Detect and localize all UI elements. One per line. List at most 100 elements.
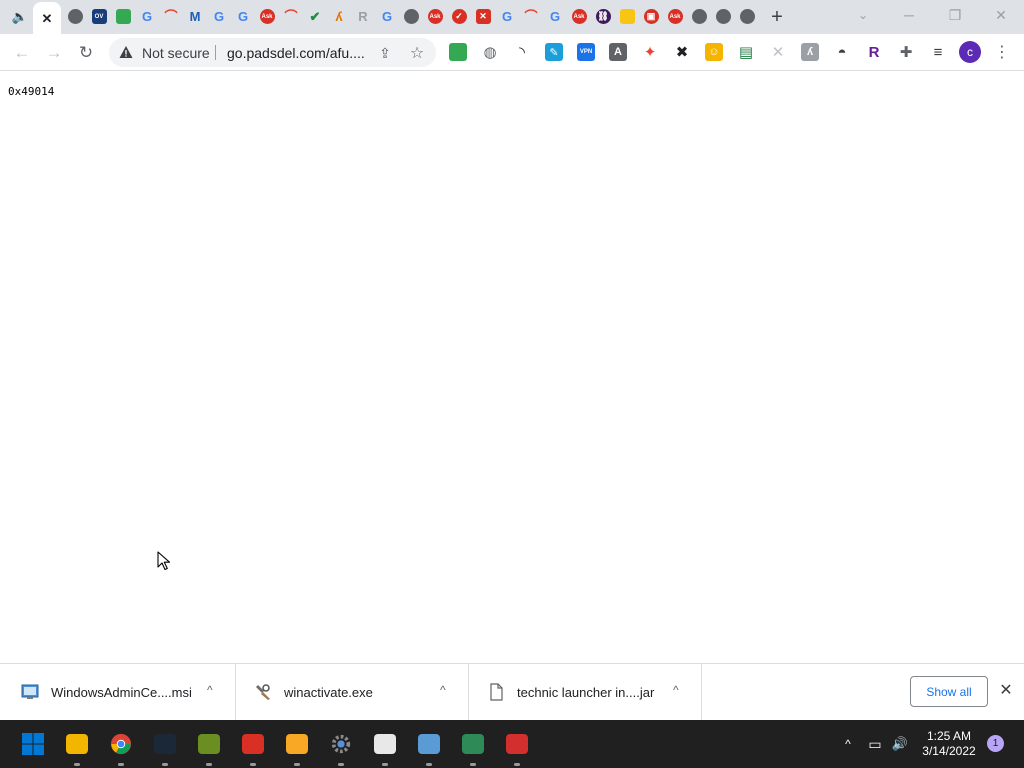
runner-ext-icon[interactable]: ʎ bbox=[801, 43, 819, 61]
edit-ext-icon[interactable]: ✎ bbox=[545, 43, 563, 61]
tab-close-icon[interactable]: ✕ bbox=[40, 11, 55, 26]
minecraft-icon[interactable] bbox=[195, 730, 223, 758]
tab[interactable]: Ask bbox=[255, 3, 279, 30]
tab[interactable]: ✕ bbox=[471, 3, 495, 30]
tab[interactable] bbox=[399, 3, 423, 30]
steam-icon[interactable] bbox=[151, 730, 179, 758]
restore-button[interactable]: ❐ bbox=[932, 0, 978, 30]
tab[interactable]: G bbox=[207, 3, 231, 30]
tab-strip: 🔈 ✕ OV G ⌒ M G G Ask ⌒ ✔ ʎ R G Ask ✓ ✕ G ⌒ G Ask ⛓ ▣ Ask + ⌄ ─ … bbox=[0, 0, 1024, 34]
rss-ext-icon[interactable]: ◝ bbox=[513, 43, 531, 61]
download-options-chevron-icon[interactable]: ^ bbox=[207, 683, 213, 697]
vpn-shield-icon[interactable] bbox=[239, 730, 267, 758]
tab[interactable]: ✔ bbox=[303, 3, 327, 30]
tab[interactable]: OV bbox=[87, 3, 111, 30]
back-button[interactable]: ← bbox=[9, 40, 35, 66]
download-item[interactable]: winactivate.exe ^ bbox=[236, 664, 469, 721]
tab-search-button[interactable]: ⌄ bbox=[840, 0, 886, 30]
share-icon[interactable]: ⇪ bbox=[376, 44, 394, 62]
download-filename: technic launcher in....jar bbox=[517, 685, 655, 700]
emoji-ext-icon[interactable]: ☺ bbox=[705, 43, 723, 61]
tab[interactable]: G bbox=[135, 3, 159, 30]
download-item[interactable]: WindowsAdminCe....msi ^ bbox=[3, 664, 236, 721]
download-item[interactable]: technic launcher in....jar ^ bbox=[469, 664, 702, 721]
tab[interactable]: ⌒ bbox=[159, 3, 183, 30]
tab[interactable]: ⌒ bbox=[519, 3, 543, 30]
url-text[interactable]: go.padsdel.com/afu.... bbox=[227, 45, 365, 61]
tab[interactable]: ▣ bbox=[639, 3, 663, 30]
address-bar[interactable]: Not secure go.padsdel.com/afu.... ⇪ ☆ bbox=[109, 38, 436, 67]
forward-button[interactable]: → bbox=[41, 40, 67, 66]
chrome-icon[interactable] bbox=[107, 730, 135, 758]
profile-avatar[interactable]: c bbox=[959, 41, 981, 63]
tab[interactable]: G bbox=[375, 3, 399, 30]
car-game-icon[interactable] bbox=[503, 730, 531, 758]
file-explorer-icon[interactable] bbox=[63, 730, 91, 758]
running-indicator bbox=[250, 763, 256, 766]
tray-overflow-chevron-icon[interactable]: ^ bbox=[838, 734, 858, 754]
google-favicon-icon: G bbox=[549, 9, 561, 24]
settings-gear-icon[interactable] bbox=[327, 730, 355, 758]
new-tab-button[interactable]: + bbox=[764, 5, 790, 29]
running-indicator bbox=[118, 763, 124, 766]
show-all-downloads-button[interactable]: Show all bbox=[910, 676, 988, 707]
tab[interactable] bbox=[63, 3, 87, 30]
files-app-icon[interactable] bbox=[371, 730, 399, 758]
r-ext-icon[interactable]: R bbox=[865, 43, 883, 61]
tab[interactable]: 🔈 bbox=[8, 3, 32, 30]
volume-icon[interactable]: 🔊 bbox=[890, 734, 910, 754]
bookmark-star-icon[interactable]: ☆ bbox=[408, 44, 426, 62]
tab[interactable]: G bbox=[543, 3, 567, 30]
tools-ext-icon[interactable]: ✖ bbox=[673, 43, 691, 61]
system-clock[interactable]: 1:25 AM 3/14/2022 bbox=[914, 729, 984, 759]
network-icon[interactable]: ▭ bbox=[865, 734, 885, 754]
tab[interactable]: M bbox=[183, 3, 207, 30]
font-ext-icon[interactable]: A bbox=[609, 43, 627, 61]
notepad-app-icon[interactable] bbox=[459, 730, 487, 758]
tab[interactable]: G bbox=[495, 3, 519, 30]
norton-shield-icon[interactable] bbox=[283, 730, 311, 758]
tab[interactable] bbox=[111, 3, 135, 30]
color-picker-ext-icon[interactable]: ✦ bbox=[641, 43, 659, 61]
tab[interactable]: ⌒ bbox=[279, 3, 303, 30]
photos-app-icon[interactable] bbox=[415, 730, 443, 758]
start-button-icon[interactable] bbox=[19, 730, 47, 758]
running-indicator bbox=[514, 763, 520, 766]
reload-button[interactable]: ↻ bbox=[73, 40, 99, 66]
tab[interactable]: G bbox=[231, 3, 255, 30]
close-window-button[interactable]: ✕ bbox=[978, 0, 1024, 30]
puzzle-ext-icon[interactable]: ✚ bbox=[897, 43, 915, 61]
green-ext-icon[interactable] bbox=[449, 43, 467, 61]
security-status-label[interactable]: Not secure bbox=[142, 45, 210, 61]
terminal-ext-icon[interactable]: ▤ bbox=[737, 43, 755, 61]
tab[interactable]: Ask bbox=[663, 3, 687, 30]
tab[interactable] bbox=[615, 3, 639, 30]
download-options-chevron-icon[interactable]: ^ bbox=[440, 683, 446, 697]
close-download-shelf-button[interactable]: ✕ bbox=[996, 680, 1016, 700]
hat-ext-icon[interactable]: ◓ bbox=[833, 43, 851, 61]
notification-badge[interactable]: 1 bbox=[987, 735, 1004, 752]
running-indicator bbox=[382, 763, 388, 766]
globe-favicon-icon bbox=[403, 9, 419, 24]
tab[interactable]: ✓ bbox=[447, 3, 471, 30]
tab[interactable]: Ask bbox=[423, 3, 447, 30]
download-options-chevron-icon[interactable]: ^ bbox=[673, 683, 679, 697]
tab[interactable]: ʎ bbox=[327, 3, 351, 30]
tab[interactable] bbox=[711, 3, 735, 30]
warning-icon[interactable] bbox=[119, 45, 133, 59]
playlist-ext-icon[interactable]: ≡ bbox=[929, 43, 947, 61]
google-favicon-icon: G bbox=[141, 9, 153, 24]
tab[interactable] bbox=[687, 3, 711, 30]
vpn-ext-icon[interactable]: VPN bbox=[577, 43, 595, 61]
tab[interactable]: Ask bbox=[567, 3, 591, 30]
globe-favicon-icon bbox=[715, 9, 731, 24]
cross-ext-icon[interactable]: ✕ bbox=[769, 43, 787, 61]
tab[interactable]: R bbox=[351, 3, 375, 30]
fingerprint-ext-icon[interactable]: ◍ bbox=[481, 43, 499, 61]
ask-favicon-icon: Ask bbox=[667, 9, 683, 24]
tab-active[interactable]: ✕ bbox=[33, 2, 61, 34]
tab[interactable] bbox=[735, 3, 759, 30]
minimize-button[interactable]: ─ bbox=[886, 0, 932, 30]
chrome-menu-icon[interactable]: ⋮ bbox=[994, 42, 1010, 62]
tab[interactable]: ⛓ bbox=[591, 3, 615, 30]
